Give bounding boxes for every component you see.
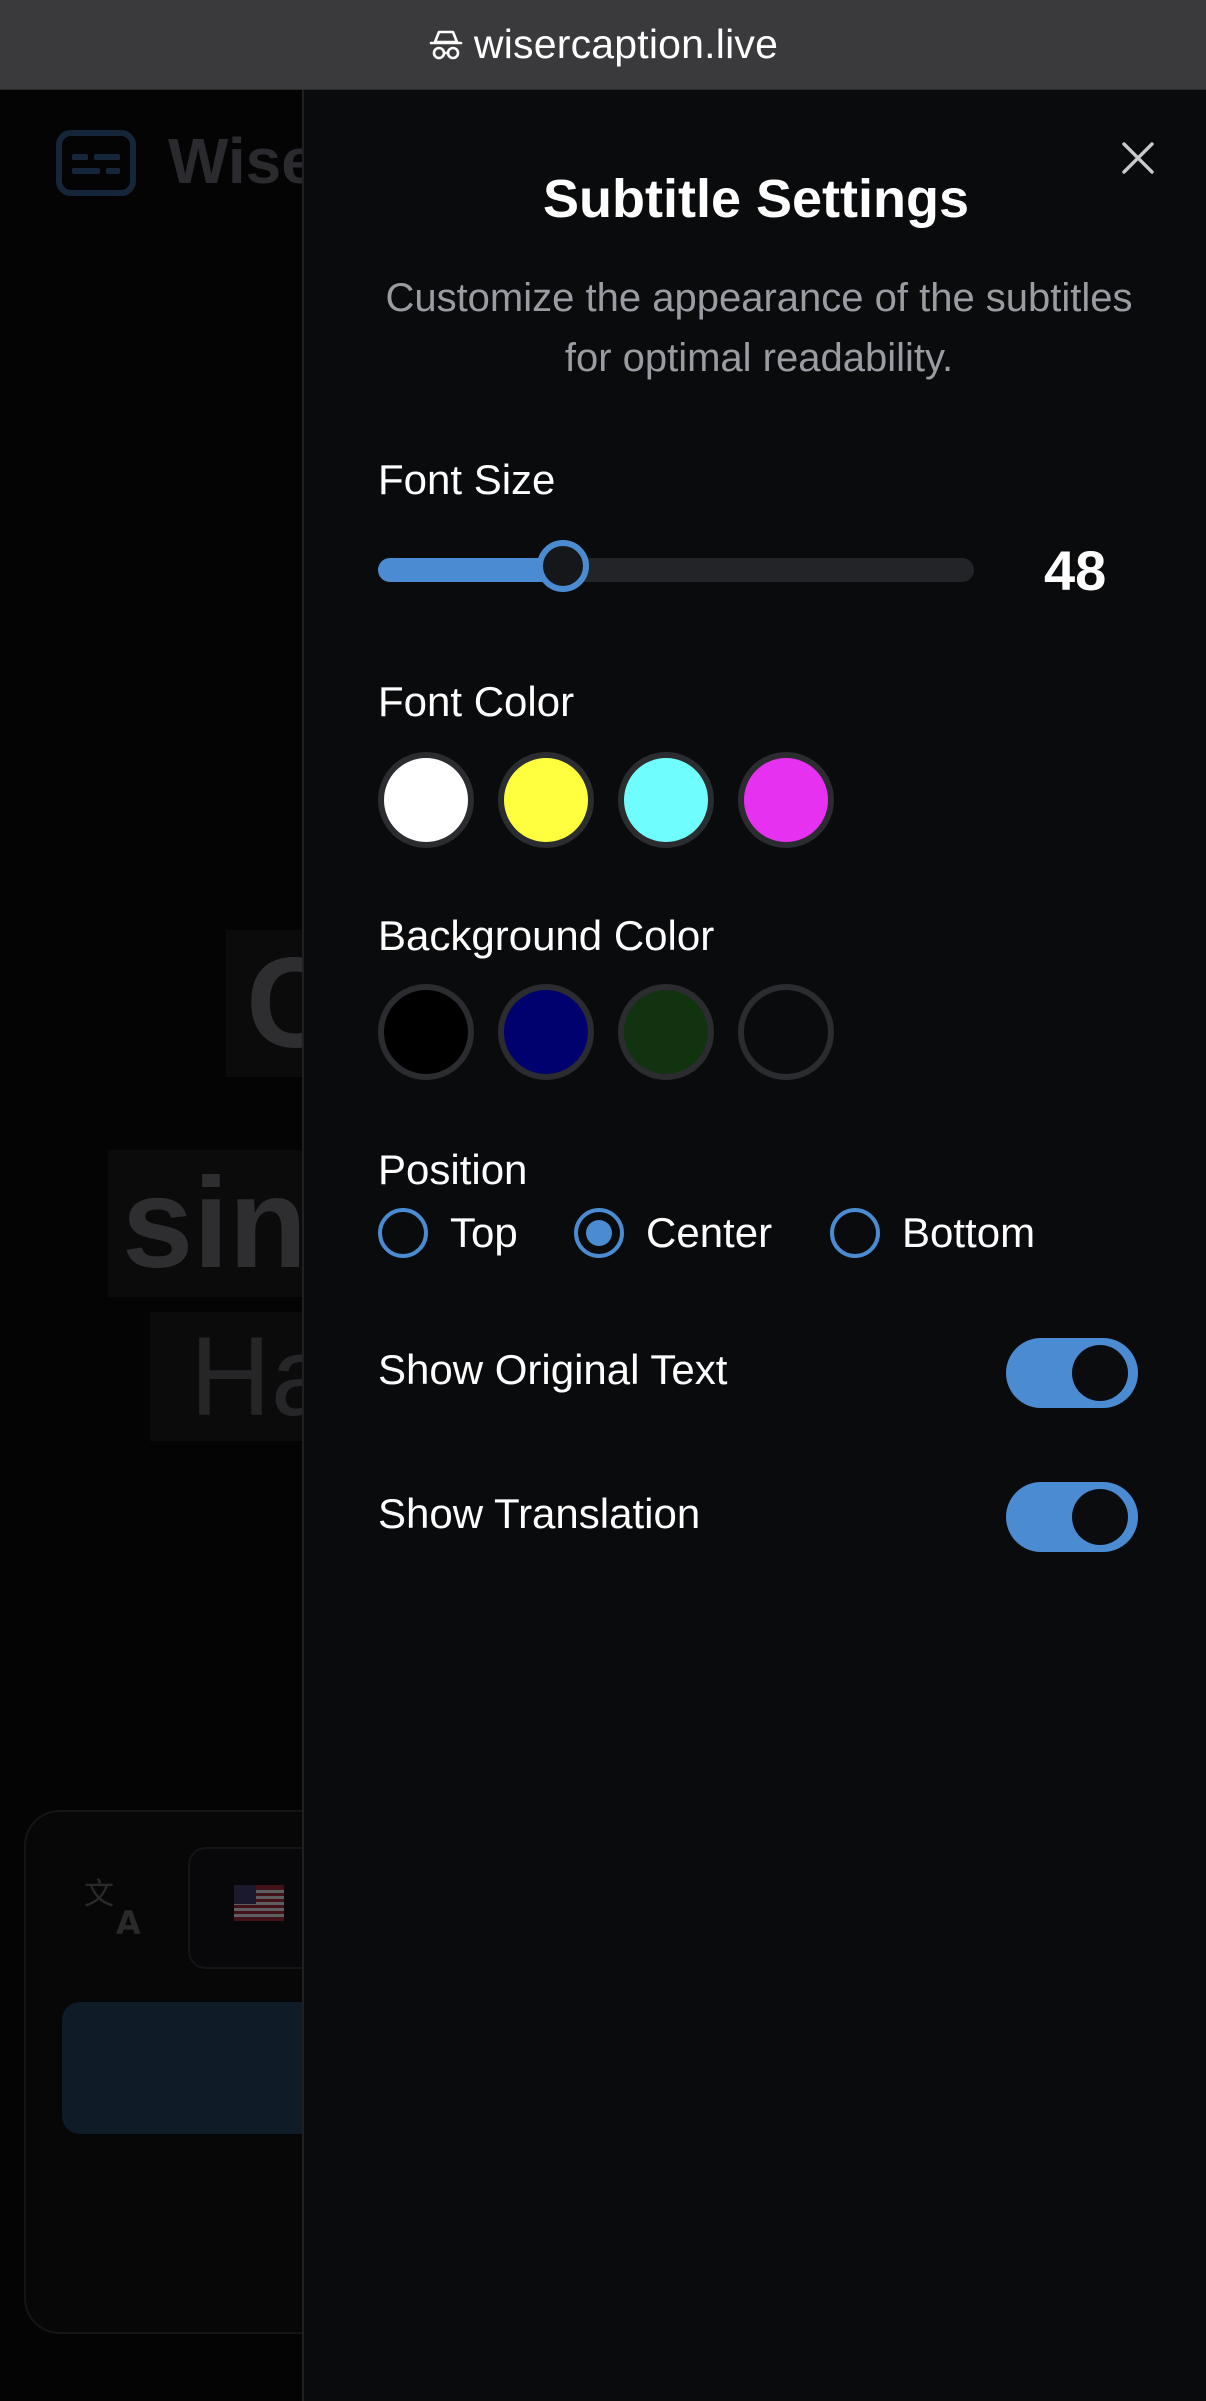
- font-size-slider-fill: [378, 558, 563, 582]
- font-size-slider[interactable]: [378, 540, 974, 592]
- font-color-swatch-magenta[interactable]: [738, 752, 834, 848]
- position-radio-center[interactable]: Center: [574, 1208, 772, 1258]
- position-radio-top[interactable]: Top: [378, 1208, 518, 1258]
- show-original-text-row: Show Original Text: [378, 1338, 1138, 1412]
- url-text: wisercaption.live: [473, 21, 779, 67]
- font-size-label: Font Size: [378, 456, 556, 503]
- subtitle-line-2: sin: [108, 1150, 321, 1297]
- font-color-label: Font Color: [378, 678, 575, 725]
- background-color-swatch-navy[interactable]: [498, 984, 594, 1080]
- radio-dot: [586, 1220, 612, 1246]
- panel-title: Subtitle Settings: [542, 169, 969, 229]
- brand-name: Wise: [168, 125, 317, 197]
- show-original-text-toggle[interactable]: [1006, 1338, 1138, 1408]
- show-translation-label: Show Translation: [378, 1490, 701, 1537]
- background-color-swatch-black[interactable]: [378, 984, 474, 1080]
- svg-text:A: A: [116, 1904, 141, 1940]
- background-color-swatch-transparent[interactable]: [738, 984, 834, 1080]
- background-color-swatch-green[interactable]: [618, 984, 714, 1080]
- show-translation-toggle[interactable]: [1006, 1482, 1138, 1552]
- show-original-text-label: Show Original Text: [378, 1346, 728, 1393]
- subtitles-logo-icon: [56, 130, 136, 196]
- font-color-swatch-cyan[interactable]: [618, 752, 714, 848]
- incognito-icon: [428, 27, 464, 63]
- toggle-knob: [1072, 1489, 1128, 1545]
- position-radio-bottom[interactable]: Bottom: [830, 1208, 1035, 1258]
- panel-description: Customize the appearance of the subtitle…: [385, 276, 1133, 380]
- font-size-slider-thumb[interactable]: [536, 540, 589, 592]
- toggle-knob: [1072, 1345, 1128, 1401]
- font-size-value: 48: [1044, 539, 1107, 602]
- background-color-label: Background Color: [378, 912, 715, 959]
- browser-url-bar[interactable]: wisercaption.live: [0, 0, 1206, 90]
- translate-icon: 文 A: [82, 1870, 152, 1942]
- radio-label: Bottom: [902, 1209, 1036, 1256]
- radio-label: Center: [646, 1209, 773, 1256]
- radio-label: Top: [450, 1209, 518, 1256]
- radio-circle: [378, 1208, 428, 1258]
- radio-circle: [574, 1208, 624, 1258]
- flag-us-icon: [234, 1885, 284, 1921]
- show-translation-row: Show Translation: [378, 1482, 1138, 1556]
- font-color-swatch-white[interactable]: [378, 752, 474, 848]
- radio-circle: [830, 1208, 880, 1258]
- subtitle-settings-panel: Subtitle Settings Customize the appearan…: [302, 90, 1206, 2401]
- svg-text:文: 文: [84, 1877, 114, 1912]
- font-color-swatch-yellow[interactable]: [498, 752, 594, 848]
- position-label: Position: [378, 1146, 528, 1193]
